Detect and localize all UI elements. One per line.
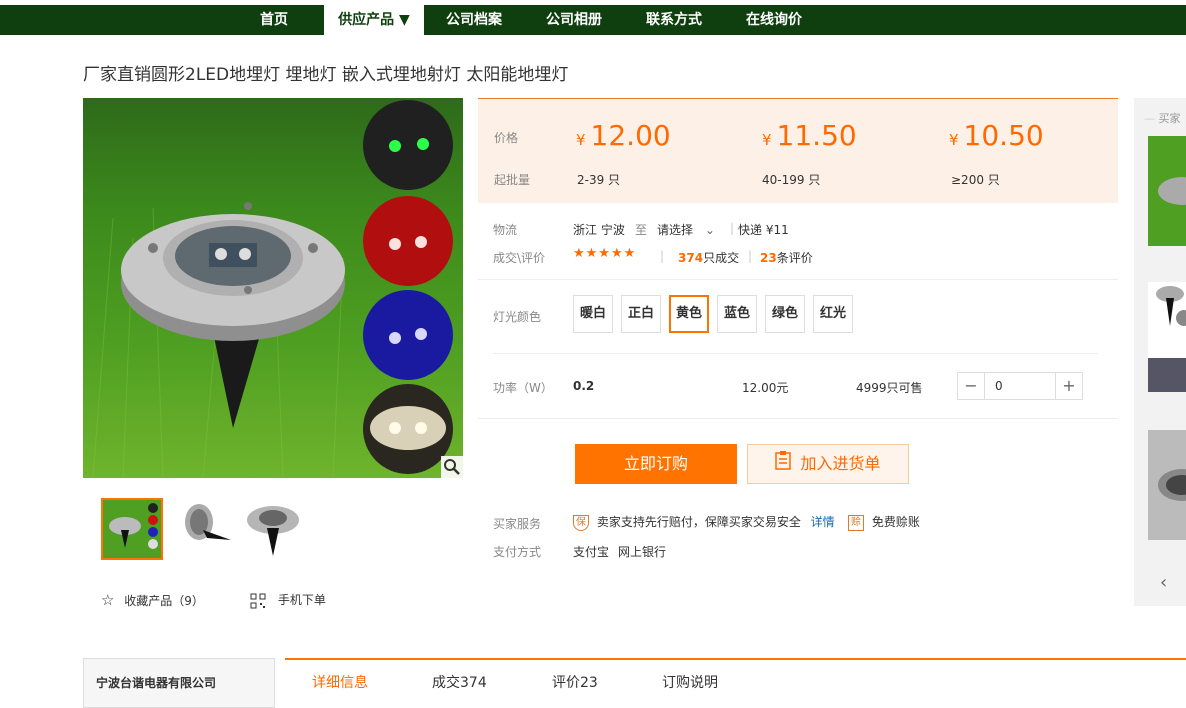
service-label: 买家服务 — [493, 517, 542, 531]
company-panel: 宁波台谐电器有限公司 — [83, 658, 275, 708]
payment-alipay: 支付宝 — [573, 545, 610, 559]
detail-tabs: 详细信息 成交374 评价23 订购说明 — [285, 658, 1186, 708]
review-count[interactable]: 23条评价 — [760, 249, 813, 266]
favorite-button[interactable]: ☆ 收藏产品（9） — [101, 591, 204, 609]
zoom-icon[interactable] — [441, 456, 463, 478]
tab-details[interactable]: 详细信息 — [312, 672, 368, 692]
add-to-cart-button[interactable]: 加入进货单 — [747, 444, 909, 484]
moq-tier-1: 2-39 只 — [577, 173, 621, 187]
product-title: 厂家直销圆形2LED地埋灯 埋地灯 嵌入式埋地射灯 太阳能地埋灯 — [83, 65, 569, 85]
mobile-order-label: 手机下单 — [277, 593, 326, 607]
logistics-to: 至 — [635, 223, 648, 237]
plus-icon[interactable]: + — [1056, 373, 1082, 399]
destination-select[interactable]: 请选择 ⌄ — [657, 221, 715, 238]
color-option-yellow[interactable]: 黄色 — [669, 295, 709, 333]
main-product-image-drawing — [92, 100, 453, 478]
separator — [493, 353, 1098, 354]
power-value: 0.2 — [573, 379, 595, 393]
company-name[interactable]: 宁波台谐电器有限公司 — [96, 674, 216, 691]
moq-tier-3: ≥200 只 — [951, 173, 1000, 187]
related-product-1[interactable] — [1148, 136, 1186, 246]
chevron-left-icon[interactable]: ‹ — [1160, 572, 1167, 593]
sku-price: 12.00元 — [742, 381, 789, 395]
top-nav: 首页 供应产品 ▼ 公司档案 公司相册 联系方式 在线询价 — [0, 5, 1186, 35]
mobile-order-button[interactable]: 手机下单 — [250, 591, 326, 609]
color-option-pure-white[interactable]: 正白 — [621, 295, 661, 333]
tab-reviews[interactable]: 评价23 — [552, 672, 598, 692]
quantity-input[interactable]: 0 — [984, 373, 1056, 399]
divider: | — [748, 249, 753, 263]
reviews-label: 成交\评价 — [493, 251, 546, 265]
payment-label: 支付方式 — [493, 545, 542, 559]
price-tier-3: ¥10.50 — [949, 119, 1044, 152]
logistics-origin: 浙江 宁波 — [573, 223, 625, 237]
favorite-label: 收藏产品（9） — [124, 594, 204, 608]
nav-company-album[interactable]: 公司相册 — [530, 5, 618, 35]
main-product-image[interactable] — [83, 98, 463, 478]
related-product-2[interactable] — [1148, 282, 1186, 392]
moq-label: 起批量 — [494, 173, 531, 187]
thumbnail-1[interactable] — [101, 498, 163, 560]
shipping-fee: 快递 ¥11 — [738, 223, 789, 237]
related-products-panel: — 买家 ‹ — [1134, 98, 1186, 606]
compensation-row: 赊 免费赊账 — [848, 513, 920, 531]
nav-products[interactable]: 供应产品 ▼ — [324, 5, 424, 35]
qr-code-icon — [250, 593, 266, 609]
nav-contact[interactable]: 联系方式 — [630, 5, 718, 35]
guarantee-detail-link[interactable]: 详情 — [811, 515, 835, 529]
credit-icon: 赊 — [848, 514, 864, 531]
color-option-blue[interactable]: 蓝色 — [717, 295, 757, 333]
guarantee-row: 保 卖家支持先行赔付，保障买家交易安全 详情 — [573, 513, 835, 531]
payment-bank: 网上银行 — [618, 545, 667, 559]
separator — [478, 279, 1118, 280]
shield-icon: 保 — [573, 514, 589, 531]
divider: | — [660, 249, 665, 263]
thumbnail-2[interactable] — [173, 498, 235, 560]
logistics-label: 物流 — [493, 223, 518, 237]
color-option-red[interactable]: 红光 — [813, 295, 853, 333]
sku-stock: 4999只可售 — [856, 381, 923, 395]
thumbnail-3[interactable] — [243, 498, 305, 560]
rating-stars: ★★★★★ — [573, 246, 637, 261]
related-title: — 买家 — [1144, 112, 1181, 125]
separator — [478, 418, 1118, 419]
moq-tier-2: 40-199 只 — [762, 173, 821, 187]
price-tier-2: ¥11.50 — [762, 119, 857, 152]
tab-deals[interactable]: 成交374 — [432, 672, 487, 692]
order-now-button[interactable]: 立即订购 — [575, 444, 737, 484]
price-panel: 价格 起批量 ¥12.00 2-39 只 ¥11.50 40-199 只 ¥10… — [478, 98, 1118, 203]
divider: | — [730, 221, 735, 235]
related-product-3[interactable] — [1148, 430, 1186, 540]
minus-icon[interactable]: − — [958, 373, 984, 399]
tab-order-instructions[interactable]: 订购说明 — [662, 672, 718, 692]
chevron-down-icon: ⌄ — [704, 223, 715, 237]
nav-company-profile[interactable]: 公司档案 — [430, 5, 518, 35]
nav-home[interactable]: 首页 — [235, 5, 313, 35]
power-label: 功率（W） — [493, 381, 553, 395]
color-option-label: 灯光颜色 — [493, 310, 542, 324]
color-option-green[interactable]: 绿色 — [765, 295, 805, 333]
star-outline-icon: ☆ — [101, 591, 115, 609]
price-tier-1: ¥12.00 — [576, 119, 671, 152]
nav-inquiry[interactable]: 在线询价 — [730, 5, 818, 35]
clipboard-icon — [775, 446, 792, 484]
color-option-warm-white[interactable]: 暖白 — [573, 295, 613, 333]
deals-count[interactable]: 374只成交 — [678, 249, 739, 266]
price-label: 价格 — [494, 131, 519, 145]
quantity-stepper: − 0 + — [957, 372, 1083, 400]
